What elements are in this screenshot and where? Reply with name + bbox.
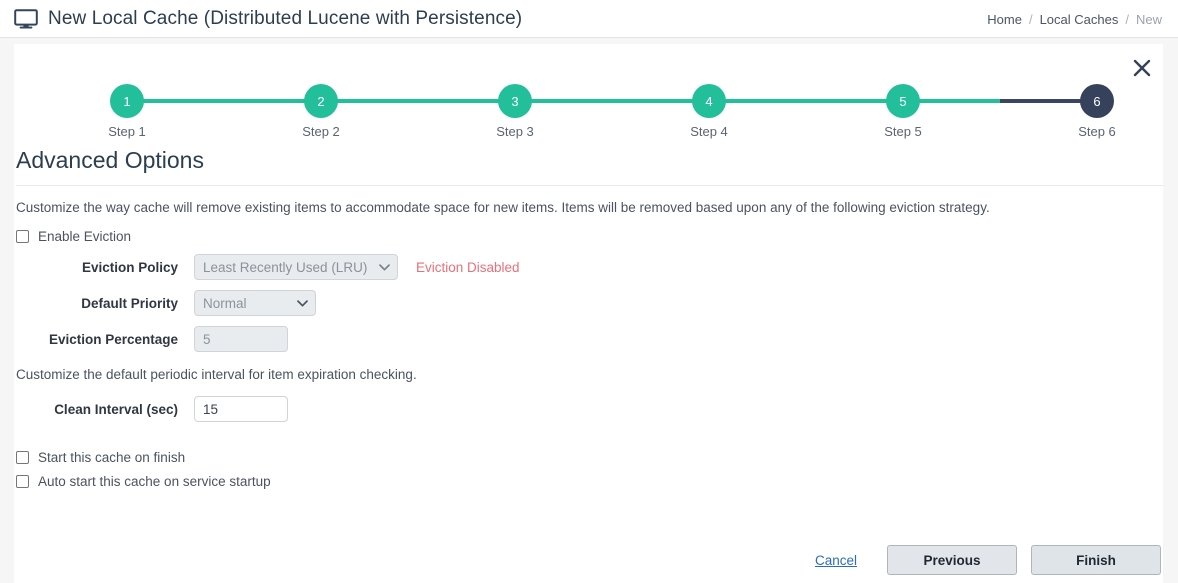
stepper-connector — [709, 99, 903, 103]
close-icon — [1131, 57, 1153, 82]
clean-interval-help-text: Customize the default periodic interval … — [16, 367, 417, 382]
stepper-label-5: Step 5 — [884, 124, 922, 139]
monitor-icon — [14, 8, 48, 29]
stepper-track: 1 Step 1 2 Step 2 3 Step 3 4 Step 4 5 Step 5 6 Step… — [108, 84, 1116, 139]
enable-eviction-row[interactable]: Enable Eviction — [16, 229, 1163, 244]
eviction-policy-label: Eviction Policy — [81, 259, 178, 275]
default-priority-select[interactable]: Normal — [194, 290, 316, 316]
startup-options-group: Start this cache on finish Auto start th… — [16, 450, 1163, 489]
stepper-label-6: Step 6 — [1078, 124, 1116, 139]
clean-interval-label: Clean Interval (sec) — [54, 401, 178, 417]
breadcrumb-separator-1: / — [1028, 12, 1033, 27]
finish-button[interactable]: Finish — [1031, 545, 1161, 575]
chevron-down-icon — [297, 296, 308, 311]
stepper-node-6[interactable]: 6 — [1080, 84, 1114, 118]
default-priority-label: Default Priority — [81, 295, 178, 311]
eviction-percentage-input[interactable]: 5 — [194, 326, 288, 352]
default-priority-value: Normal — [203, 295, 247, 311]
stepper-connector — [321, 99, 515, 103]
page-title-group: New Local Cache (Distributed Lucene with… — [14, 8, 522, 30]
stepper-label-4: Step 4 — [690, 124, 728, 139]
stepper-node-number: 1 — [123, 93, 131, 109]
eviction-percentage-row: Eviction Percentage 5 — [16, 326, 1163, 352]
start-on-finish-checkbox[interactable] — [16, 451, 29, 464]
wizard-footer: Cancel Previous Finish — [14, 545, 1163, 575]
stepper-label-2: Step 2 — [302, 124, 340, 139]
auto-start-checkbox[interactable] — [16, 475, 29, 488]
start-on-finish-row[interactable]: Start this cache on finish — [16, 450, 1163, 465]
stepper-node-number: 4 — [705, 93, 713, 109]
stepper-node-number: 6 — [1093, 93, 1101, 109]
stepper-node-number: 2 — [317, 93, 325, 109]
stepper-node-1[interactable]: 1 — [110, 84, 144, 118]
stepper-connector — [903, 99, 1097, 103]
enable-eviction-label: Enable Eviction — [38, 229, 132, 244]
breadcrumb: Home / Local Caches / New — [987, 12, 1162, 27]
eviction-status-text: Eviction Disabled — [416, 259, 520, 275]
section-divider — [16, 185, 1163, 186]
form-body: Customize the way cache will remove exis… — [16, 199, 1163, 498]
page-title: New Local Cache (Distributed Lucene with… — [48, 7, 523, 29]
page-root: New Local Cache (Distributed Lucene with… — [0, 0, 1178, 583]
default-priority-row: Default Priority Normal — [16, 290, 1163, 316]
eviction-help-text: Customize the way cache will remove exis… — [16, 200, 990, 215]
auto-start-label: Auto start this cache on service startup — [38, 474, 271, 489]
stepper-node-3[interactable]: 3 — [498, 84, 532, 118]
wizard-stepper: 1 Step 1 2 Step 2 3 Step 3 4 Step 4 5 Step 5 6 Step… — [108, 84, 1116, 146]
start-on-finish-label: Start this cache on finish — [38, 450, 186, 465]
enable-eviction-checkbox[interactable] — [16, 230, 29, 243]
eviction-policy-select[interactable]: Least Recently Used (LRU) — [194, 254, 398, 280]
breadcrumb-home[interactable]: Home — [987, 12, 1022, 27]
close-button[interactable] — [1129, 56, 1155, 82]
cancel-link[interactable]: Cancel — [815, 553, 857, 568]
breadcrumb-local-caches[interactable]: Local Caches — [1040, 12, 1119, 27]
stepper-node-number: 3 — [511, 93, 519, 109]
stepper-node-2[interactable]: 2 — [304, 84, 338, 118]
stepper-node-number: 5 — [899, 93, 907, 109]
stepper-connector — [515, 99, 709, 103]
section-title: Advanced Options — [16, 147, 204, 173]
previous-button[interactable]: Previous — [887, 545, 1017, 575]
eviction-percentage-label: Eviction Percentage — [48, 331, 178, 347]
eviction-policy-row: Eviction Policy Least Recently Used (LRU… — [16, 254, 1163, 280]
wizard-panel: 1 Step 1 2 Step 2 3 Step 3 4 Step 4 5 Step 5 6 Step… — [14, 44, 1163, 583]
stepper-connector — [127, 99, 321, 103]
stepper-node-5[interactable]: 5 — [886, 84, 920, 118]
stepper-label-1: Step 1 — [108, 124, 146, 139]
chevron-down-icon — [379, 260, 390, 275]
auto-start-row[interactable]: Auto start this cache on service startup — [16, 474, 1163, 489]
eviction-percentage-value: 5 — [203, 331, 211, 347]
clean-interval-value: 15 — [203, 401, 219, 417]
stepper-label-3: Step 3 — [496, 124, 534, 139]
eviction-policy-value: Least Recently Used (LRU) — [203, 259, 368, 275]
breadcrumb-separator-2: / — [1125, 12, 1129, 27]
breadcrumb-current: New — [1135, 12, 1162, 27]
clean-interval-input[interactable]: 15 — [194, 396, 288, 422]
stepper-node-4[interactable]: 4 — [692, 84, 726, 118]
clean-interval-row: Clean Interval (sec) 15 — [16, 396, 1163, 422]
app-header: New Local Cache (Distributed Lucene with… — [0, 0, 1178, 38]
